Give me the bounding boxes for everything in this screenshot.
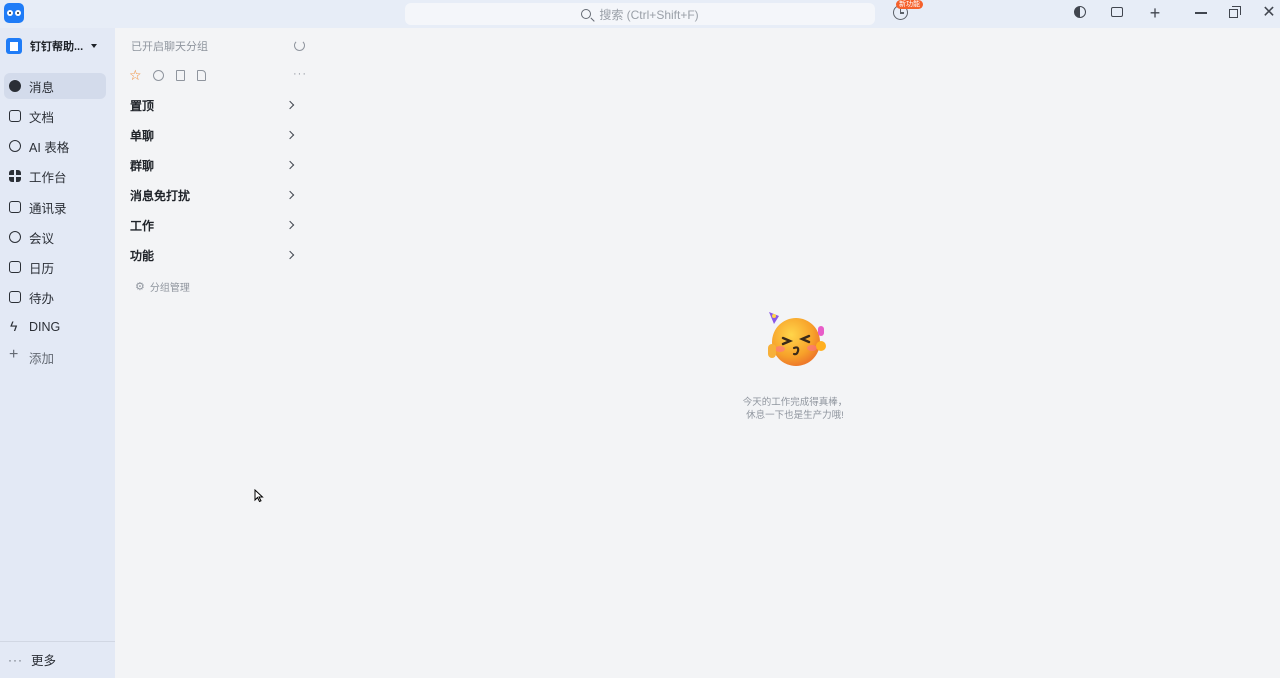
sidebar-item-label: 日历	[29, 261, 55, 276]
grid-icon	[9, 170, 21, 182]
group-single-chat[interactable]: 单聊	[130, 124, 305, 146]
group-functions[interactable]: 功能	[130, 244, 305, 266]
group-label: 群聊	[130, 158, 155, 173]
minimize-button[interactable]	[1195, 6, 1209, 20]
org-name: 钉钉帮助...	[30, 41, 84, 53]
sidebar-item-add[interactable]: 添加	[4, 344, 106, 370]
contacts-icon	[9, 201, 21, 213]
more-icon[interactable]: ···	[293, 68, 307, 80]
sidebar-item-label: 文档	[29, 110, 55, 125]
group-label: 置顶	[130, 98, 155, 113]
sidebar-item-label: 待办	[29, 291, 55, 306]
ai-table-icon	[9, 140, 21, 152]
sidebar-item-ai-table[interactable]: AI 表格	[4, 133, 106, 159]
meeting-icon	[9, 231, 21, 243]
sidebar-item-label: AI 表格	[29, 140, 70, 155]
theme-button[interactable]	[1074, 6, 1088, 20]
more-icon: ···	[8, 652, 23, 667]
close-icon: ✕	[1262, 4, 1276, 21]
chevron-right-icon	[285, 250, 295, 260]
search-box[interactable]: 搜索 (Ctrl+Shift+F)	[405, 3, 875, 25]
sidebar-item-workbench[interactable]: 工作台	[4, 163, 106, 189]
chevron-right-icon	[285, 220, 295, 230]
gear-icon: ⚙	[135, 281, 145, 293]
empty-state-line2: 休息一下也是生产力哦!	[746, 410, 844, 421]
group-muted[interactable]: 消息免打扰	[130, 184, 305, 206]
chevron-right-icon	[285, 190, 295, 200]
sidebar-item-label: DING	[29, 320, 61, 334]
sidebar-item-label: 消息	[29, 80, 55, 95]
restore-icon	[1229, 6, 1241, 18]
main-content: 今天的工作完成得真棒， 休息一下也是生产力哦!	[315, 28, 1280, 678]
refresh-icon[interactable]	[294, 40, 305, 51]
chat-icon	[9, 75, 21, 92]
search-icon	[581, 9, 592, 19]
caret-down-icon	[91, 44, 98, 48]
doc-icon[interactable]	[176, 70, 185, 81]
sidebar: 钉钉帮助... 消息 文档 AI 表格 工作台 通讯录 会议 日历 待办 DIN…	[0, 28, 115, 678]
sidebar-item-label: 会议	[29, 231, 55, 246]
restore-button[interactable]	[1228, 6, 1242, 20]
chevron-right-icon	[285, 100, 295, 110]
todo-icon	[9, 291, 21, 303]
filter-toolbar: ☆	[129, 68, 218, 82]
sidebar-item-meeting[interactable]: 会议	[4, 224, 106, 250]
history-icon[interactable]	[153, 70, 164, 81]
chat-group-panel: 已开启聊天分组 ☆ ··· 置顶 单聊 群聊 消息免打扰 工作 功能 ⚙ 分组管…	[115, 28, 315, 678]
add-button[interactable]: +	[1148, 3, 1162, 23]
group-work[interactable]: 工作	[130, 214, 305, 236]
sidebar-item-label: 通讯录	[29, 201, 67, 216]
sidebar-more-label: 更多	[31, 654, 57, 668]
plus-icon	[9, 346, 21, 364]
group-label: 功能	[130, 248, 155, 263]
sidebar-item-ding[interactable]: DING	[4, 314, 106, 340]
app-logo	[4, 3, 24, 23]
minimize-icon	[1195, 12, 1207, 14]
empty-state-text: 今天的工作完成得真棒， 休息一下也是生产力哦!	[695, 396, 895, 422]
plus-icon: +	[1149, 3, 1161, 23]
doc-icon	[9, 110, 21, 122]
group-pinned[interactable]: 置顶	[130, 94, 305, 116]
screen-icon	[1111, 7, 1123, 17]
group-label: 消息免打扰	[130, 188, 191, 203]
sidebar-item-label: 添加	[29, 351, 55, 366]
new-feature-button[interactable]: 新功能	[893, 0, 923, 20]
chevron-right-icon	[285, 130, 295, 140]
org-logo-icon	[6, 38, 22, 54]
sidebar-item-todo[interactable]: 待办	[4, 284, 106, 310]
sidebar-item-label: 工作台	[29, 170, 67, 185]
sidebar-item-calendar[interactable]: 日历	[4, 254, 106, 280]
screen-button[interactable]	[1111, 6, 1125, 20]
group-label: 工作	[130, 218, 155, 233]
group-group-chat[interactable]: 群聊	[130, 154, 305, 176]
group-manage-button[interactable]: ⚙ 分组管理	[135, 279, 190, 294]
sidebar-item-docs[interactable]: 文档	[4, 103, 106, 129]
file-icon[interactable]	[197, 70, 206, 81]
group-manage-label: 分组管理	[149, 283, 190, 294]
celebration-emoji-icon	[768, 312, 826, 366]
mouse-cursor-icon	[254, 489, 264, 503]
new-feature-badge: 新功能	[896, 0, 923, 9]
theme-icon	[1074, 6, 1086, 18]
sidebar-item-contacts[interactable]: 通讯录	[4, 194, 106, 220]
star-icon[interactable]: ☆	[129, 68, 142, 82]
chevron-right-icon	[285, 160, 295, 170]
title-bar: 搜索 (Ctrl+Shift+F) 新功能 + ✕	[0, 0, 1280, 28]
bolt-icon	[9, 318, 21, 334]
group-label: 单聊	[130, 128, 155, 143]
divider	[0, 641, 115, 642]
sidebar-more-button[interactable]: ··· 更多	[8, 650, 56, 669]
empty-state-line1: 今天的工作完成得真棒，	[742, 397, 848, 408]
search-input[interactable]: 搜索 (Ctrl+Shift+F)	[599, 6, 698, 23]
sidebar-item-messages[interactable]: 消息	[4, 73, 106, 99]
panel-header: 已开启聊天分组	[131, 41, 208, 53]
calendar-icon	[9, 261, 21, 273]
close-button[interactable]: ✕	[1262, 4, 1276, 21]
org-switcher[interactable]: 钉钉帮助...	[6, 38, 98, 54]
